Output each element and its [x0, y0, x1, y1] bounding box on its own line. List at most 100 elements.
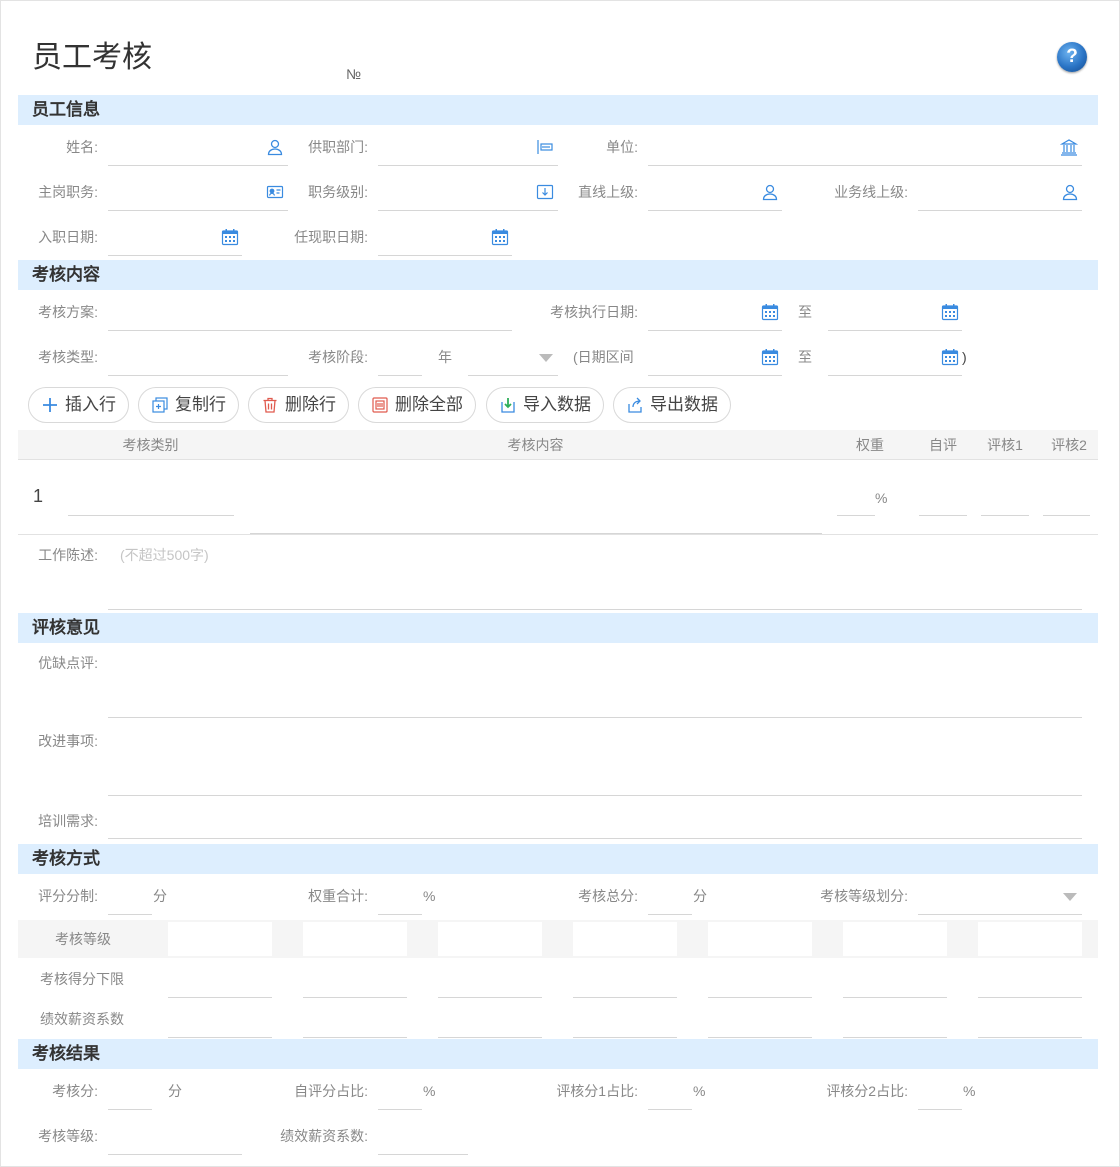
copy-row-button[interactable]: 复制行	[138, 387, 239, 423]
salary-coef-input-4[interactable]	[573, 1037, 677, 1038]
type-field[interactable]	[108, 375, 288, 376]
insert-row-button[interactable]: 插入行	[28, 387, 129, 423]
chevron-down-icon[interactable]	[1063, 893, 1077, 901]
grade-cell-6[interactable]	[843, 922, 947, 956]
review1-ratio-input[interactable]	[648, 1109, 692, 1110]
result-grade-label: 考核等级:	[38, 1128, 98, 1144]
lower-limit-input-4[interactable]	[573, 997, 677, 998]
name-label: 姓名:	[66, 139, 98, 155]
review1-ratio-unit: %	[693, 1083, 706, 1099]
grade-cell-4[interactable]	[573, 922, 677, 956]
entry-date-field[interactable]	[108, 255, 242, 256]
stage-year-field[interactable]	[378, 375, 422, 376]
name-field[interactable]	[108, 165, 288, 166]
category-input[interactable]	[68, 515, 234, 516]
improve-input[interactable]	[108, 795, 1082, 796]
grade-cell-7[interactable]	[978, 922, 1082, 956]
person-icon[interactable]	[266, 138, 284, 156]
total-score-unit: 分	[693, 888, 707, 904]
result-coef-input[interactable]	[378, 1154, 468, 1155]
salary-coef-input-5[interactable]	[708, 1037, 812, 1038]
calendar-icon[interactable]	[761, 348, 779, 366]
self-ratio-input[interactable]	[378, 1109, 422, 1110]
stage-select[interactable]	[468, 375, 558, 376]
training-label: 培训需求:	[38, 813, 98, 829]
score-system-input[interactable]	[108, 914, 152, 915]
review1-input[interactable]	[981, 515, 1029, 516]
unit-field[interactable]	[648, 165, 1082, 166]
calendar-icon[interactable]	[941, 348, 959, 366]
building-icon[interactable]	[1060, 138, 1078, 156]
weight-input[interactable]	[837, 515, 875, 516]
result-score-input[interactable]	[108, 1109, 152, 1110]
salary-coef-input-1[interactable]	[168, 1037, 272, 1038]
grade-division-select[interactable]	[918, 914, 1082, 915]
biz-sup-field[interactable]	[918, 210, 1082, 211]
lower-limit-input-2[interactable]	[303, 997, 407, 998]
lower-limit-input-3[interactable]	[438, 997, 542, 998]
review2-ratio-input[interactable]	[918, 1109, 962, 1110]
grade-cell-3[interactable]	[438, 922, 542, 956]
exec-date-label: 考核执行日期:	[550, 304, 638, 320]
training-input[interactable]	[108, 838, 1082, 839]
copy-icon	[151, 396, 169, 414]
current-date-field[interactable]	[378, 255, 512, 256]
delete-row-button[interactable]: 删除行	[248, 387, 349, 423]
salary-coef-input-7[interactable]	[978, 1037, 1082, 1038]
weight-total-label: 权重合计:	[308, 888, 368, 904]
lower-limit-input-1[interactable]	[168, 997, 272, 998]
calendar-icon[interactable]	[761, 303, 779, 321]
calendar-icon[interactable]	[221, 228, 239, 246]
review2-input[interactable]	[1043, 515, 1090, 516]
grade-cell-2[interactable]	[303, 922, 407, 956]
lower-limit-label: 考核得分下限	[40, 971, 124, 987]
person-icon[interactable]	[1061, 183, 1079, 201]
col-content: 考核内容	[507, 437, 564, 453]
range-start-date-field[interactable]	[648, 375, 782, 376]
lower-limit-input-7[interactable]	[978, 997, 1082, 998]
section-employee-info: 员工信息	[18, 95, 1098, 125]
export-data-button[interactable]: 导出数据	[613, 387, 731, 423]
plan-label: 考核方案:	[38, 304, 98, 320]
org-icon[interactable]	[536, 138, 554, 156]
position-field[interactable]	[108, 210, 288, 211]
calendar-icon[interactable]	[491, 228, 509, 246]
chevron-down-icon[interactable]	[539, 354, 553, 362]
grade-cell-5[interactable]	[708, 922, 812, 956]
delete-all-icon	[371, 396, 389, 414]
dept-field[interactable]	[378, 165, 558, 166]
work-statement-placeholder: (不超过500字)	[120, 547, 209, 563]
lower-limit-input-5[interactable]	[708, 997, 812, 998]
help-icon[interactable]: ?	[1057, 42, 1087, 72]
import-data-button[interactable]: 导入数据	[486, 387, 604, 423]
date-range-close: )	[962, 349, 967, 365]
exec-start-date-field[interactable]	[648, 330, 782, 331]
plan-field[interactable]	[108, 330, 512, 331]
level-icon[interactable]	[536, 183, 554, 201]
weight-total-input[interactable]	[378, 914, 422, 915]
date-range-open: (日期区间	[573, 349, 634, 365]
level-field[interactable]	[378, 210, 558, 211]
work-statement-input[interactable]	[108, 609, 1082, 610]
delete-all-button[interactable]: 删除全部	[358, 387, 476, 423]
person-icon[interactable]	[761, 183, 779, 201]
self-eval-input[interactable]	[919, 515, 967, 516]
grade-cell-1[interactable]	[168, 922, 272, 956]
salary-coef-input-2[interactable]	[303, 1037, 407, 1038]
result-coef-label: 绩效薪资系数:	[280, 1128, 368, 1144]
range-end-date-field[interactable]	[828, 375, 962, 376]
salary-coef-input-6[interactable]	[843, 1037, 947, 1038]
review2-ratio-unit: %	[963, 1083, 976, 1099]
exec-end-date-field[interactable]	[828, 330, 962, 331]
col-review1: 评核1	[987, 437, 1023, 453]
calendar-icon[interactable]	[941, 303, 959, 321]
score-unit: 分	[153, 888, 167, 904]
lower-limit-input-6[interactable]	[843, 997, 947, 998]
salary-coef-input-3[interactable]	[438, 1037, 542, 1038]
direct-sup-field[interactable]	[648, 210, 782, 211]
strengths-input[interactable]	[108, 717, 1082, 718]
result-score-label: 考核分:	[52, 1083, 98, 1099]
id-card-icon[interactable]	[266, 183, 284, 201]
total-score-input[interactable]	[648, 914, 692, 915]
result-grade-input[interactable]	[108, 1154, 242, 1155]
